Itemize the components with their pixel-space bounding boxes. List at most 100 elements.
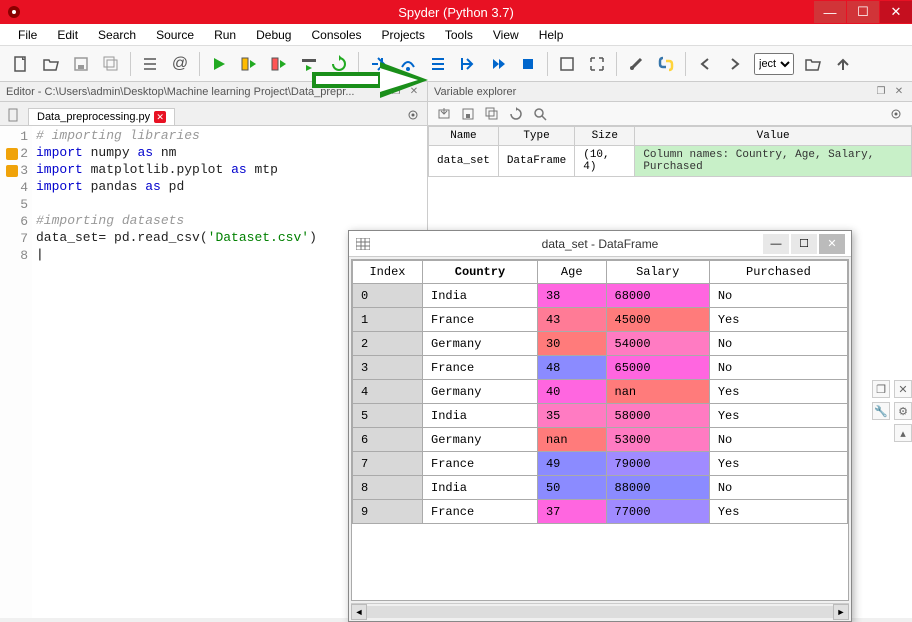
ve-save-icon[interactable] [457,104,479,124]
menu-projects[interactable]: Projects [372,26,435,44]
new-tab-icon[interactable] [4,105,24,125]
df-country-cell[interactable]: France [423,500,538,524]
table-row[interactable]: 1France4345000Yes [353,308,848,332]
df-salary-cell[interactable]: 88000 [606,476,709,500]
menu-run[interactable]: Run [204,26,246,44]
side-gear-icon[interactable]: ⚙ [894,402,912,420]
browse-dir-button[interactable] [799,50,827,78]
code-line[interactable]: # importing libraries [36,128,423,145]
menu-consoles[interactable]: Consoles [301,26,371,44]
python-path-button[interactable] [652,50,680,78]
ve-row[interactable]: data_setDataFrame(10, 4)Column names: Co… [429,146,912,177]
table-row[interactable]: 8India5088000No [353,476,848,500]
horizontal-scrollbar[interactable]: ◄ ► [351,603,849,619]
close-button[interactable]: ✕ [880,1,912,23]
minimize-button[interactable]: — [814,1,846,23]
df-col-country[interactable]: Country [423,261,538,284]
df-country-cell[interactable]: Germany [423,332,538,356]
df-purchased-cell[interactable]: No [709,332,847,356]
df-index-cell[interactable]: 8 [353,476,423,500]
df-age-cell[interactable]: 48 [537,356,606,380]
open-file-button[interactable] [37,50,65,78]
ve-cell-name[interactable]: data_set [429,146,499,177]
editor-tab-active[interactable]: Data_preprocessing.py ✕ [28,108,175,125]
df-age-cell[interactable]: 37 [537,500,606,524]
df-index-cell[interactable]: 6 [353,428,423,452]
df-salary-cell[interactable]: 58000 [606,404,709,428]
df-index-cell[interactable]: 1 [353,308,423,332]
ve-cell-value[interactable]: Column names: Country, Age, Salary, Purc… [635,146,912,177]
parent-dir-button[interactable] [829,50,857,78]
df-minimize-button[interactable]: — [763,234,789,254]
menu-help[interactable]: Help [529,26,574,44]
df-index-cell[interactable]: 3 [353,356,423,380]
menu-view[interactable]: View [483,26,529,44]
df-age-cell[interactable]: nan [537,428,606,452]
forward-button[interactable] [721,50,749,78]
side-undock-icon[interactable]: ❐ [872,380,890,398]
debug-step-into-button[interactable] [424,50,452,78]
df-col-purchased[interactable]: Purchased [709,261,847,284]
df-purchased-cell[interactable]: No [709,476,847,500]
menu-search[interactable]: Search [88,26,146,44]
df-country-cell[interactable]: India [423,284,538,308]
menu-source[interactable]: Source [146,26,204,44]
table-row[interactable]: 0India3868000No [353,284,848,308]
ve-options-icon[interactable] [885,104,907,124]
run-cell-advance-button[interactable] [265,50,293,78]
dataframe-titlebar[interactable]: data_set - DataFrame — ☐ ✕ [349,231,851,257]
df-salary-cell[interactable]: 45000 [606,308,709,332]
df-index-cell[interactable]: 7 [353,452,423,476]
ve-save-as-icon[interactable] [481,104,503,124]
debug-step-button[interactable] [364,50,392,78]
new-file-button[interactable] [7,50,35,78]
df-index-cell[interactable]: 0 [353,284,423,308]
df-index-cell[interactable]: 2 [353,332,423,356]
ve-cell-size[interactable]: (10, 4) [575,146,635,177]
df-country-cell[interactable]: Germany [423,428,538,452]
code-line[interactable]: import matplotlib.pyplot as mtp [36,162,423,179]
df-salary-cell[interactable]: 65000 [606,356,709,380]
df-col-index[interactable]: Index [353,261,423,284]
df-country-cell[interactable]: France [423,356,538,380]
menu-file[interactable]: File [8,26,47,44]
variable-explorer-table[interactable]: NameTypeSizeValue data_setDataFrame(10, … [428,126,912,177]
df-index-cell[interactable]: 4 [353,380,423,404]
ve-col-value[interactable]: Value [635,127,912,146]
side-close-icon[interactable]: ✕ [894,380,912,398]
outline-button[interactable] [136,50,164,78]
code-line[interactable]: #importing datasets [36,213,423,230]
debug-stop-button[interactable] [514,50,542,78]
df-purchased-cell[interactable]: Yes [709,380,847,404]
df-index-cell[interactable]: 5 [353,404,423,428]
df-salary-cell[interactable]: 54000 [606,332,709,356]
df-purchased-cell[interactable]: Yes [709,404,847,428]
tab-close-icon[interactable]: ✕ [154,111,166,123]
df-country-cell[interactable]: India [423,476,538,500]
fullscreen-button[interactable] [583,50,611,78]
rerun-button[interactable] [325,50,353,78]
df-country-cell[interactable]: France [423,308,538,332]
df-purchased-cell[interactable]: No [709,428,847,452]
editor-options-icon[interactable] [403,105,423,125]
table-row[interactable]: 3France4865000No [353,356,848,380]
debug-step-over-button[interactable] [394,50,422,78]
table-row[interactable]: 6Germanynan53000No [353,428,848,452]
df-salary-cell[interactable]: 79000 [606,452,709,476]
df-age-cell[interactable]: 35 [537,404,606,428]
df-salary-cell[interactable]: nan [606,380,709,404]
editor-undock-button[interactable]: ❐ [389,85,403,99]
titlebar[interactable]: Spyder (Python 3.7) — ☐ ✕ [0,0,912,24]
df-purchased-cell[interactable]: Yes [709,500,847,524]
menu-tools[interactable]: Tools [435,26,483,44]
scroll-track[interactable] [367,606,833,618]
df-country-cell[interactable]: France [423,452,538,476]
df-purchased-cell[interactable]: Yes [709,452,847,476]
df-age-cell[interactable]: 43 [537,308,606,332]
df-age-cell[interactable]: 38 [537,284,606,308]
cell-button[interactable]: @ [166,50,194,78]
ve-close-button[interactable]: ✕ [892,85,906,99]
code-line[interactable]: import numpy as nm [36,145,423,162]
editor-close-button[interactable]: ✕ [407,85,421,99]
df-salary-cell[interactable]: 77000 [606,500,709,524]
